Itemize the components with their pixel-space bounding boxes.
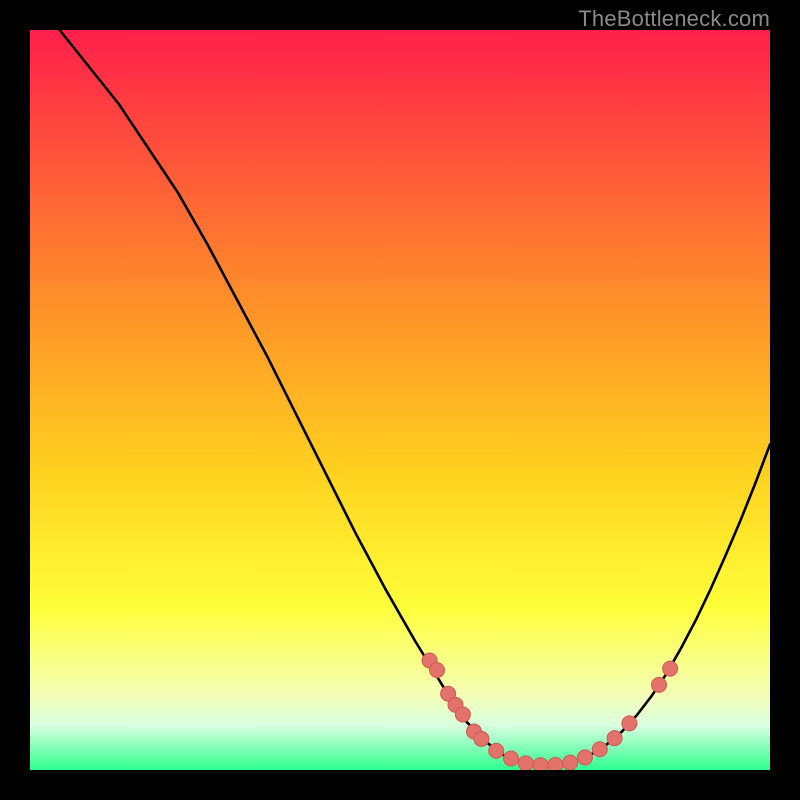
marker-point bbox=[430, 663, 445, 678]
marker-point bbox=[474, 731, 489, 746]
marker-point bbox=[607, 731, 622, 746]
marker-point bbox=[592, 742, 607, 757]
watermark-text: TheBottleneck.com bbox=[578, 6, 770, 32]
marker-point bbox=[504, 751, 519, 766]
gradient-background bbox=[30, 30, 770, 770]
marker-point bbox=[563, 755, 578, 770]
marker-point bbox=[578, 750, 593, 765]
marker-point bbox=[548, 757, 563, 770]
marker-point bbox=[652, 677, 667, 692]
marker-point bbox=[663, 661, 678, 676]
marker-point bbox=[622, 716, 637, 731]
marker-point bbox=[489, 743, 504, 758]
bottleneck-chart bbox=[30, 30, 770, 770]
marker-point bbox=[455, 707, 470, 722]
marker-point bbox=[533, 758, 548, 770]
marker-point bbox=[518, 756, 533, 770]
chart-frame bbox=[30, 30, 770, 770]
